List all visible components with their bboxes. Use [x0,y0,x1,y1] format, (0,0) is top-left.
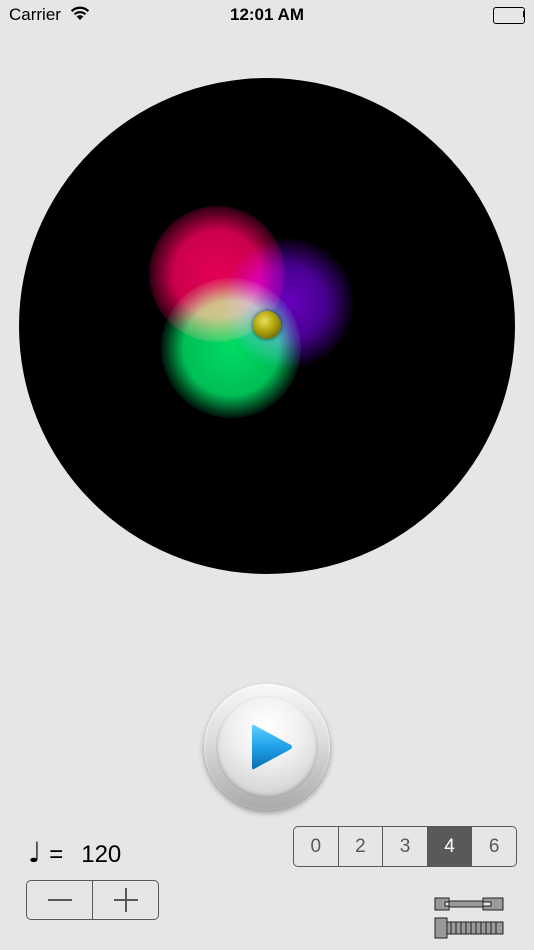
play-button-face [216,696,318,798]
status-bar: Carrier 12:01 AM [0,0,534,30]
quarter-note-icon: ♩ [28,836,42,869]
beats-option-6[interactable]: 6 [471,827,516,866]
beats-option-3[interactable]: 3 [382,827,427,866]
green-orb [161,278,301,418]
beat-ball [253,311,281,339]
settings-button[interactable] [433,894,505,940]
tempo-stepper [26,880,159,920]
play-button[interactable] [204,684,330,810]
decrease-tempo-button[interactable] [27,881,92,919]
beats-option-0[interactable]: 0 [294,827,338,866]
status-time: 12:01 AM [229,5,304,24]
battery-icon [493,7,525,24]
wrench-screw-icon [434,897,504,939]
beats-option-4[interactable]: 4 [426,827,472,866]
play-icon [252,724,292,770]
beats-selector: 0 2 3 4 6 [293,826,517,867]
plus-icon [113,888,138,912]
metronome-visualizer [19,78,515,574]
tempo-display: ♩ = 120 [28,836,121,869]
increase-tempo-button[interactable] [92,881,158,919]
tempo-equals: = [49,841,64,868]
minus-icon [47,899,72,901]
tempo-value: 120 [81,841,122,868]
beats-option-2[interactable]: 2 [337,827,383,866]
